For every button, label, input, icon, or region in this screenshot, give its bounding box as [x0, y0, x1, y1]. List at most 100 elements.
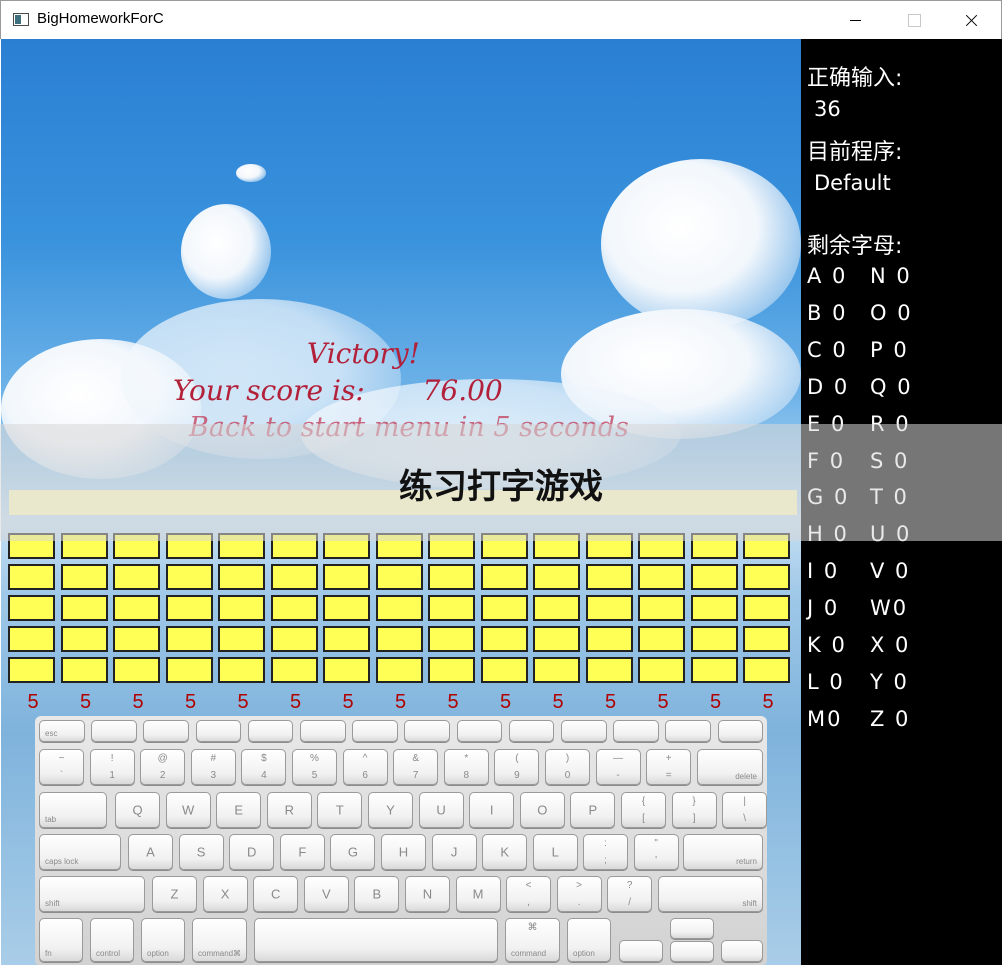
key-function	[665, 720, 711, 742]
letter-block-slot	[690, 595, 738, 621]
key-function	[613, 720, 659, 742]
key-number: ! 1	[89, 749, 135, 785]
key-arrow-down	[670, 941, 714, 962]
letter-block-slot	[270, 657, 318, 683]
key-function	[195, 720, 242, 742]
key-symbol: <,	[506, 876, 551, 912]
key-letter: P	[570, 792, 616, 828]
key-caps-lock: caps lock	[39, 834, 121, 870]
letter-count-left: I 0	[807, 559, 840, 584]
key-letter: V	[303, 876, 349, 912]
letter-block-slot	[743, 595, 790, 621]
key-letter: S	[178, 834, 224, 870]
column-count: 5	[657, 691, 669, 713]
letter-block-slot	[690, 626, 738, 652]
key-control: control	[90, 918, 134, 962]
letter-count-left: A 0	[807, 264, 848, 288]
key-function	[456, 720, 503, 742]
key-shift-right: shift	[658, 876, 763, 912]
letter-block-slot	[113, 564, 160, 590]
key-option-left: option	[141, 918, 185, 962]
letter-block-slot	[375, 626, 423, 652]
key-function	[561, 720, 607, 742]
key-symbol: " '	[633, 834, 679, 870]
letter-block-slot	[533, 564, 580, 590]
close-button[interactable]	[943, 1, 1001, 39]
letter-block-slot	[638, 595, 685, 621]
key-letter: T	[317, 792, 363, 828]
letter-block-slot	[428, 564, 475, 590]
key-letter: A	[128, 834, 173, 870]
letter-block-slot	[533, 657, 580, 683]
current-program-value: Default	[814, 171, 891, 195]
letter-block-slot	[270, 564, 318, 590]
letter-count-right: V 0	[870, 559, 911, 584]
key-letter: F	[279, 834, 325, 870]
column-count: 5	[394, 691, 407, 713]
letter-block-slot	[638, 657, 685, 683]
key-shift-left: shift	[39, 876, 145, 912]
key-letter: Z	[152, 876, 197, 912]
key-arrow-left	[619, 940, 663, 962]
key-number: @2	[140, 749, 186, 785]
letter-block-slot	[323, 657, 370, 683]
key-letter: Q	[115, 792, 160, 828]
key-number: * 8	[443, 749, 489, 785]
key-letter: L	[532, 834, 578, 870]
remaining-letters-label: 剩余字母:	[807, 234, 903, 259]
letter-block-slot	[8, 564, 55, 590]
keyboard-image: esc ~ `! 1 @2 #3 $4% 5 ^ 6 & 7 * 8(9) 0— - + = delete tab Q W…	[35, 716, 768, 965]
key-letter: I	[469, 792, 515, 828]
letter-block-slot	[60, 564, 108, 590]
column-count: 5	[604, 691, 617, 713]
letter-block-slot	[375, 595, 423, 621]
letter-block-slot	[60, 657, 108, 683]
key-number: ~ `	[39, 749, 84, 785]
letter-count-left: D 0	[807, 374, 850, 399]
letter-block-slot	[428, 626, 475, 652]
letter-block-slot	[218, 595, 265, 621]
letter-count-left: C 0	[807, 337, 848, 362]
letter-block-slot	[690, 564, 738, 590]
key-letter: Y	[368, 792, 413, 828]
key-command-right: ⌘ command	[505, 918, 560, 962]
score-value: 76.00	[422, 374, 503, 407]
letter-count-right: O 0	[870, 300, 913, 325]
key-letter: K	[482, 834, 528, 870]
letter-block-slot	[533, 626, 580, 652]
correct-input-label: 正确输入:	[807, 66, 903, 91]
key-symbol: >.	[556, 876, 602, 912]
column-count: 5	[499, 691, 512, 713]
column-count: 5	[184, 691, 197, 713]
key-letter: M	[455, 876, 501, 912]
letter-block-slot	[165, 657, 213, 683]
letter-block-slot	[585, 595, 633, 621]
minimize-button[interactable]	[827, 1, 885, 39]
key-letter: B	[354, 876, 400, 912]
column-count: 5	[237, 691, 249, 713]
letter-block-slot	[218, 657, 265, 683]
letter-block-slot	[165, 595, 213, 621]
letter-block-slot	[375, 564, 423, 590]
letter-block-slot	[165, 626, 213, 652]
key-letter: G	[330, 834, 376, 870]
letter-block-slot	[480, 626, 528, 652]
victory-text: Victory!	[307, 337, 420, 370]
key-space	[254, 918, 498, 962]
letter-count-left: J 0	[807, 596, 840, 621]
letter-block-slot	[218, 564, 265, 590]
key-number: — -	[595, 749, 641, 785]
key-symbol: {[	[621, 792, 666, 828]
key-symbol: }]	[671, 792, 717, 828]
letter-block-slot	[165, 564, 213, 590]
letter-block-slot	[743, 657, 790, 683]
column-count: 5	[342, 691, 354, 713]
column-count: 5	[79, 691, 92, 713]
key-function	[143, 720, 189, 742]
letter-count-right: Y 0	[870, 669, 909, 694]
letter-count-left: K 0	[807, 633, 847, 657]
cloud	[236, 164, 266, 182]
maximize-button[interactable]	[885, 1, 943, 39]
score-line: Your score is: 76.00	[173, 374, 503, 407]
column-count: 5	[27, 691, 39, 713]
